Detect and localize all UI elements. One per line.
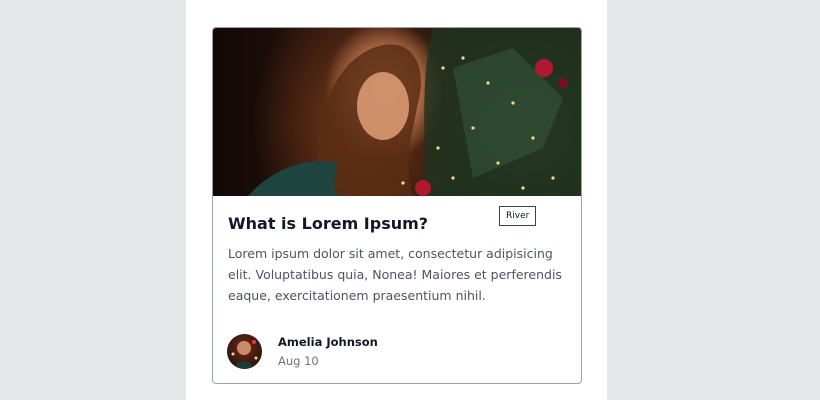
card-hero-image bbox=[213, 28, 581, 196]
author-avatar[interactable] bbox=[227, 334, 262, 369]
page-column: What is Lorem Ipsum? River Lorem ipsum d… bbox=[186, 0, 607, 400]
card-description: Lorem ipsum dolor sit amet, consectetur … bbox=[228, 246, 562, 303]
category-tag[interactable]: River bbox=[499, 206, 537, 226]
avatar-illustration bbox=[231, 340, 258, 369]
card-title[interactable]: What is Lorem Ipsum? bbox=[228, 214, 428, 233]
post-date: Aug 10 bbox=[278, 354, 319, 368]
author-name[interactable]: Amelia Johnson bbox=[278, 335, 378, 349]
blog-card[interactable]: What is Lorem Ipsum? River Lorem ipsum d… bbox=[212, 27, 582, 384]
hero-illustration bbox=[248, 28, 581, 196]
